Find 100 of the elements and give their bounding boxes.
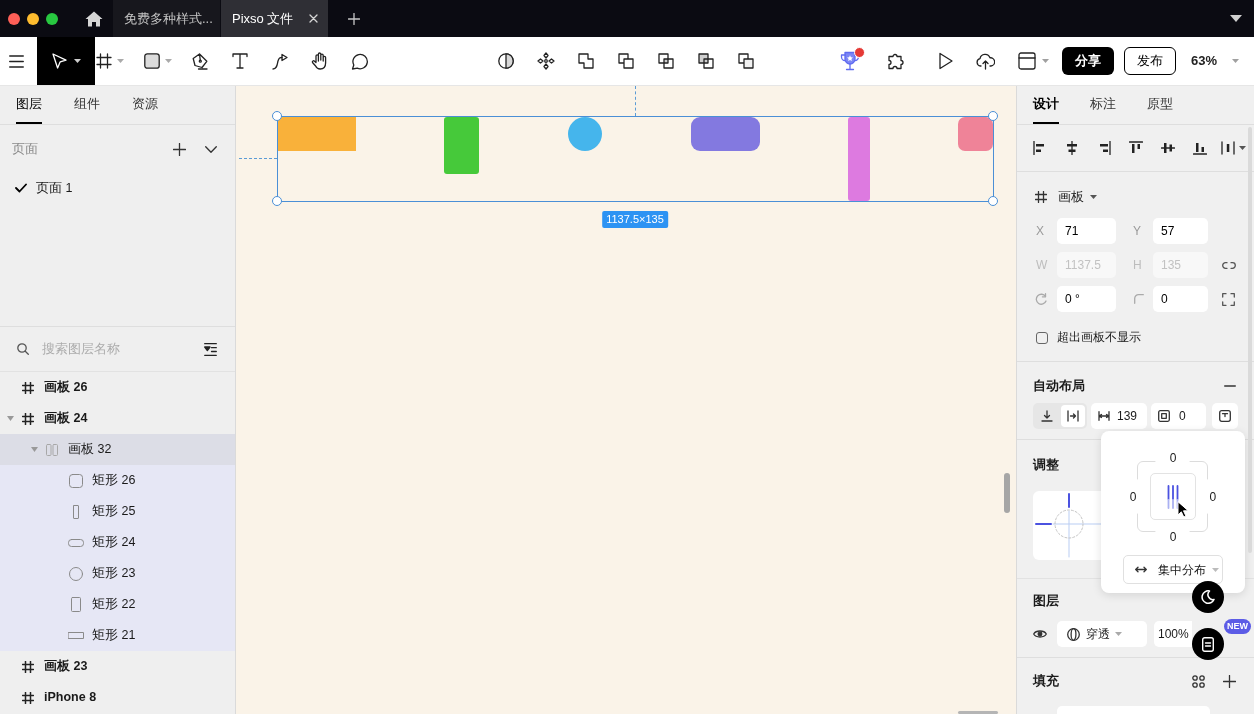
padding-value[interactable]: 0: [1209, 489, 1217, 504]
layer-item[interactable]: 矩形 26: [0, 465, 235, 496]
align-right-icon[interactable]: [1097, 141, 1111, 155]
component-icon[interactable]: [537, 52, 555, 70]
chevron-down-icon[interactable]: [205, 145, 217, 153]
opacity-field[interactable]: 100%: [1154, 621, 1192, 647]
caret-icon[interactable]: [1239, 146, 1246, 150]
frame-tool[interactable]: [96, 53, 124, 69]
pen-icon: [192, 52, 208, 70]
style-grid-icon[interactable]: [1192, 674, 1205, 688]
padding-value[interactable]: 0: [1129, 489, 1137, 504]
document-button[interactable]: [1192, 628, 1224, 660]
alignment-button[interactable]: [1212, 403, 1238, 429]
close-window-icon[interactable]: [8, 12, 20, 25]
pen-tool[interactable]: [192, 52, 208, 70]
number-field[interactable]: 57: [1153, 218, 1208, 244]
comment-tool[interactable]: [351, 52, 368, 70]
menu-icon[interactable]: [9, 54, 24, 68]
scrollbar-thumb[interactable]: [958, 711, 998, 714]
union-icon[interactable]: [578, 53, 594, 69]
blend-mode-dropdown[interactable]: 穿透: [1057, 621, 1147, 647]
dark-mode-button[interactable]: [1192, 581, 1224, 613]
resize-handle[interactable]: [988, 196, 998, 206]
puzzle-icon[interactable]: [888, 52, 906, 70]
move-tool[interactable]: [37, 37, 95, 85]
resize-handle[interactable]: [988, 111, 998, 121]
frame-type-dropdown[interactable]: 画板: [1033, 187, 1097, 207]
connector-tool[interactable]: [272, 52, 288, 70]
plus-icon[interactable]: [1223, 674, 1236, 688]
layer-item[interactable]: 矩形 23: [0, 558, 235, 589]
distribution-dropdown[interactable]: 集中分布: [1123, 555, 1223, 584]
layer-item[interactable]: 画板 24: [0, 403, 235, 434]
flatten-icon[interactable]: [738, 53, 754, 69]
subtract-icon[interactable]: [618, 53, 634, 69]
new-badge: NEW: [1224, 619, 1251, 634]
number-field[interactable]: 71: [1057, 218, 1116, 244]
layer-item[interactable]: 画板 32: [0, 434, 235, 465]
link-icon[interactable]: [1222, 261, 1236, 269]
shape-tool[interactable]: [144, 53, 172, 69]
align-top-icon[interactable]: [1129, 141, 1143, 155]
cloud-upload-icon[interactable]: [975, 52, 995, 70]
share-button[interactable]: 分享: [1062, 47, 1114, 75]
padding-icon: [1158, 410, 1170, 422]
layer-item[interactable]: 画板 23: [0, 651, 235, 682]
intersect-icon[interactable]: [658, 53, 674, 69]
corner-radius-icon: [1134, 294, 1144, 304]
resize-handle[interactable]: [272, 111, 282, 121]
spacing-field[interactable]: 139: [1091, 403, 1147, 429]
text-tool[interactable]: [232, 53, 248, 69]
layout-button[interactable]: [1018, 52, 1049, 70]
text-icon: [232, 53, 248, 69]
corner-radius-field[interactable]: 0: [1153, 286, 1208, 312]
panel-tab[interactable]: 标注: [1090, 96, 1116, 124]
home-icon[interactable]: [85, 10, 103, 27]
publish-button[interactable]: 发布: [1124, 47, 1176, 75]
padding-value[interactable]: 0: [1169, 530, 1177, 544]
section-title: 自动布局: [1033, 377, 1085, 395]
eye-icon[interactable]: [1033, 629, 1047, 639]
filter-icon[interactable]: [204, 342, 217, 356]
align-vertical-center-icon[interactable]: [1161, 141, 1175, 155]
browser-tab[interactable]: 免费多种样式...: [113, 0, 220, 37]
checkbox[interactable]: [1036, 332, 1048, 344]
panel-tab[interactable]: 资源: [132, 96, 158, 124]
half-filled-circle-icon[interactable]: [498, 53, 514, 69]
distribute-icon[interactable]: [1221, 141, 1235, 155]
panel-tab[interactable]: 图层: [16, 96, 42, 124]
expand-corners-icon[interactable]: [1222, 292, 1235, 306]
zoom-level[interactable]: 63%: [1191, 51, 1218, 71]
plus-icon[interactable]: [173, 142, 186, 156]
panel-tab[interactable]: 原型: [1147, 96, 1173, 124]
rotation-field[interactable]: 0 °: [1057, 286, 1116, 312]
minimize-window-icon[interactable]: [27, 12, 39, 25]
align-horizontal-center-icon[interactable]: [1065, 141, 1079, 155]
resize-handle[interactable]: [272, 196, 282, 206]
section-title: 图层: [1033, 592, 1059, 610]
play-icon[interactable]: [937, 52, 953, 70]
layer-item[interactable]: 矩形 22: [0, 589, 235, 620]
browser-tab[interactable]: Pixso 文件: [221, 0, 328, 37]
layer-item[interactable]: 矩形 21: [0, 620, 235, 651]
align-left-icon[interactable]: [1033, 141, 1047, 155]
padding-value[interactable]: 0: [1169, 451, 1177, 465]
hand-tool[interactable]: [311, 52, 328, 70]
search-field[interactable]: 搜索图层名称: [17, 339, 162, 359]
direction-option[interactable]: [1061, 405, 1085, 427]
exclude-icon[interactable]: [698, 53, 714, 69]
panel-tab[interactable]: 设计: [1033, 96, 1059, 124]
maximize-window-icon[interactable]: [46, 12, 58, 25]
section-title: 调整: [1033, 456, 1059, 474]
page-item[interactable]: 页面 1: [15, 178, 73, 198]
layer-item[interactable]: 画板 26: [0, 372, 235, 403]
panel-tab[interactable]: 组件: [74, 96, 100, 124]
scrollbar-thumb[interactable]: [1004, 473, 1010, 513]
padding-field[interactable]: 0: [1151, 403, 1206, 429]
align-bottom-icon[interactable]: [1193, 141, 1207, 155]
dropdown-arrow-icon[interactable]: [1230, 15, 1242, 22]
close-icon[interactable]: [309, 14, 318, 23]
layer-item[interactable]: 矩形 25: [0, 496, 235, 527]
layer-item[interactable]: 矩形 24: [0, 527, 235, 558]
layer-item[interactable]: iPhone 8: [0, 682, 235, 713]
auto-layout-icon: [46, 443, 58, 456]
